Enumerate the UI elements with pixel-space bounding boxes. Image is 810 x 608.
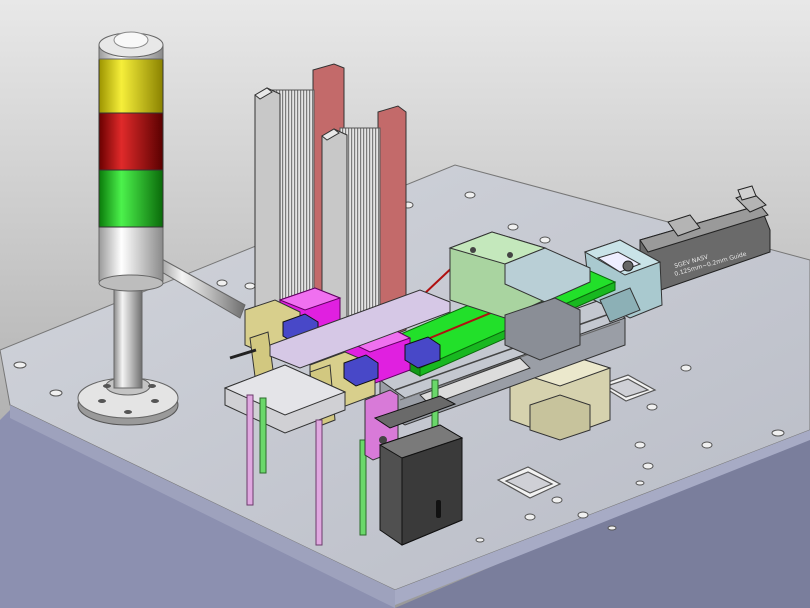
cad-scene: SGEV NASV 0.125mm~0.2mm Guide (0, 0, 810, 608)
cad-viewport[interactable]: SGEV NASV 0.125mm~0.2mm Guide (0, 0, 810, 608)
